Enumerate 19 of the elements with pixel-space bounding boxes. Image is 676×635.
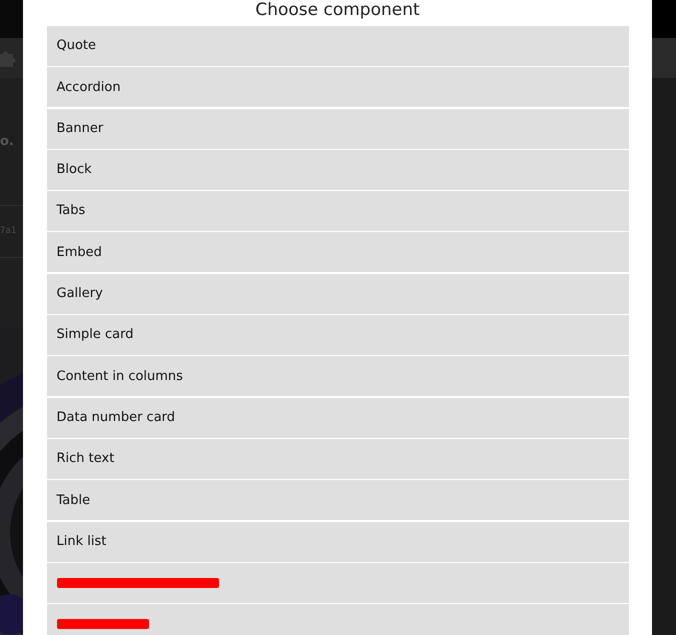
component-option[interactable]: Data number card — [46, 398, 628, 438]
component-option[interactable]: Content in columns — [46, 356, 628, 396]
component-option[interactable] — [46, 604, 628, 635]
component-option[interactable] — [46, 562, 628, 603]
top-bar — [0, 0, 23, 38]
component-option[interactable]: Simple card — [46, 315, 628, 356]
component-option[interactable]: Accordion — [46, 67, 628, 108]
component-option[interactable]: Rich text — [46, 438, 628, 479]
component-option[interactable]: Link list — [46, 522, 628, 562]
component-option[interactable]: Embed — [46, 232, 628, 272]
dialog-title: Choose component — [255, 0, 420, 20]
component-option[interactable]: Block — [46, 150, 628, 190]
component-option[interactable]: Quote — [46, 26, 628, 66]
component-option[interactable]: Banner — [46, 108, 628, 149]
top-bar — [652, 0, 676, 38]
component-option[interactable]: Table — [46, 480, 628, 520]
toolbar — [652, 38, 676, 78]
component-option[interactable]: Gallery — [46, 274, 628, 314]
component-option[interactable]: Tabs — [46, 191, 628, 232]
